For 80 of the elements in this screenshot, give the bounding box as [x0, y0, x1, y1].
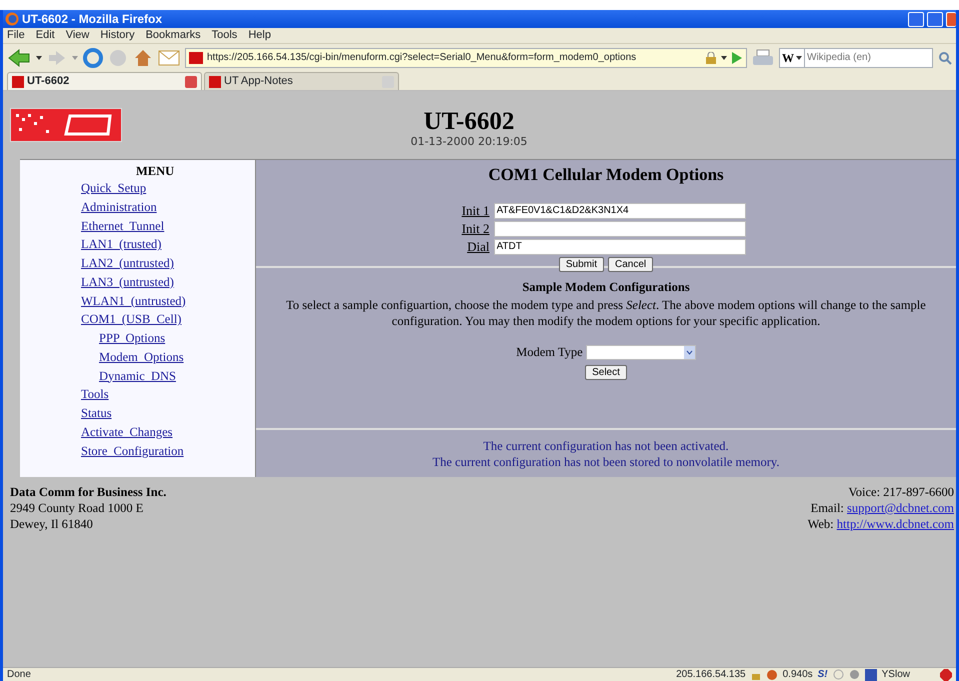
menu-link[interactable]: Tools	[81, 385, 109, 404]
input-field[interactable]: AT&FE0V1&C1&D2&K3N1X4	[494, 202, 746, 218]
menu-item[interactable]: Edit	[36, 27, 55, 44]
section-heading: Sample Modem Configurations	[521, 279, 691, 296]
menu-link[interactable]: Administration	[81, 198, 157, 216]
minimize-button[interactable]	[908, 12, 924, 26]
field-label: Init 2	[460, 220, 490, 238]
menu-link[interactable]: COM1 (USB Cell)	[81, 310, 182, 329]
site-favicon	[189, 52, 203, 64]
select-label: Modem Type	[516, 344, 584, 359]
phone-text: Voice: 217-897-6600	[847, 484, 954, 500]
description: To select a sample configuartion, choose the modem type and press Select. The above modem options will change to the sample configuration. You may then modify the modem options for your specific application.	[285, 296, 927, 329]
menu-item[interactable]: Bookmarks	[146, 27, 201, 44]
web-label: Web:	[808, 517, 835, 531]
back-icon[interactable]	[7, 48, 31, 68]
site-favicon	[209, 76, 221, 88]
form-title: COM1 Cellular Modem Options	[487, 164, 725, 186]
tab-close-icon[interactable]	[185, 76, 197, 88]
yslow-label: YSlow	[882, 668, 910, 681]
menu-link[interactable]: LAN1 (trusted)	[81, 235, 162, 254]
menu-link[interactable]: PPP Options	[99, 329, 166, 348]
menu-item[interactable]: Help	[248, 27, 271, 44]
field-label: Init 1	[460, 202, 490, 220]
menu-item[interactable]: File	[7, 27, 25, 44]
search-engine-label: W	[782, 50, 794, 66]
maximize-button[interactable]	[927, 12, 943, 26]
dropdown-icon[interactable]	[721, 54, 727, 60]
lock-icon	[705, 52, 717, 64]
search-icon[interactable]	[938, 50, 952, 64]
ip-address: 205.166.54.135	[676, 668, 746, 681]
menu-heading: MENU	[135, 163, 176, 179]
date-time: 01-13-2000 20:19:05	[410, 134, 528, 150]
tab-label: UT App-Notes	[224, 74, 294, 90]
menu-item[interactable]: Tools	[212, 27, 238, 44]
menu-link[interactable]: Quick Setup	[81, 179, 146, 198]
tab-label: UT-6602	[27, 74, 70, 90]
page-title: UT-6602	[422, 109, 516, 134]
menu-link[interactable]: Status	[81, 404, 112, 423]
s-label: S!	[818, 668, 828, 681]
notice-text: The current configuration has not been stored to nonvolatile memory.	[431, 454, 780, 470]
address-line: Dewey, Il 61840	[10, 516, 94, 532]
modem-type-select[interactable]	[586, 345, 696, 360]
select-button[interactable]: Select	[585, 364, 627, 380]
notice-text: The current configuration has not been activated.	[482, 438, 730, 454]
search-field[interactable]: Wikipedia (en)	[805, 48, 933, 68]
printer-icon[interactable]	[752, 48, 774, 68]
form-button[interactable]: Cancel	[608, 256, 654, 272]
email-link[interactable]: support@dcbnet.com	[847, 501, 954, 515]
menu-link[interactable]: Modem Options	[99, 348, 184, 366]
web-link[interactable]: http://www.dcbnet.com	[836, 517, 954, 531]
browser-tab[interactable]: UT-6602	[7, 72, 202, 90]
menu-link[interactable]: LAN2 (untrusted)	[81, 254, 174, 273]
menu-link[interactable]: Ethernet Tunnel	[81, 216, 164, 236]
url-text: https://205.166.54.135/cgi-bin/menuform.cgi?select=Serial0_Menu&form=form_modem0_options	[207, 51, 638, 65]
menu-item[interactable]: History	[100, 27, 135, 44]
input-field[interactable]	[494, 220, 746, 236]
menu-link[interactable]: WLAN1 (untrusted)	[81, 292, 186, 310]
address-bar[interactable]: https://205.166.54.135/cgi-bin/menuform.cgi?select=Serial0_Menu&form=form_modem0_options	[185, 48, 747, 68]
load-time: 0.940s	[782, 668, 813, 681]
input-field[interactable]: ATDT	[494, 238, 746, 254]
menu-item[interactable]: View	[66, 27, 90, 44]
menu-link[interactable]: Dynamic DNS	[99, 366, 176, 386]
field-label: Dial	[466, 238, 490, 256]
menu-link[interactable]: Activate Changes	[81, 422, 173, 442]
email-label: Email:	[810, 501, 845, 515]
browser-tab[interactable]: UT App-Notes	[204, 72, 399, 90]
address-line: 2949 County Road 1000 E	[10, 500, 144, 516]
menu-link[interactable]: LAN3 (untrusted)	[81, 272, 174, 292]
form-button[interactable]: Submit	[558, 256, 604, 272]
search-engine-button[interactable]: W	[779, 48, 805, 68]
mail-icon[interactable]	[158, 50, 180, 66]
close-button[interactable]	[946, 12, 956, 26]
status-text: Done	[7, 668, 32, 681]
site-favicon	[12, 76, 24, 88]
dropdown-icon[interactable]	[36, 54, 42, 60]
dropdown-icon	[796, 54, 802, 60]
company-name: Data Comm for Business Inc.	[10, 484, 166, 500]
adblock-icon[interactable]	[940, 668, 952, 680]
menu-link[interactable]: Store Configuration	[81, 442, 184, 460]
window-title: UT-6602 - Mozilla Firefox	[22, 11, 162, 28]
